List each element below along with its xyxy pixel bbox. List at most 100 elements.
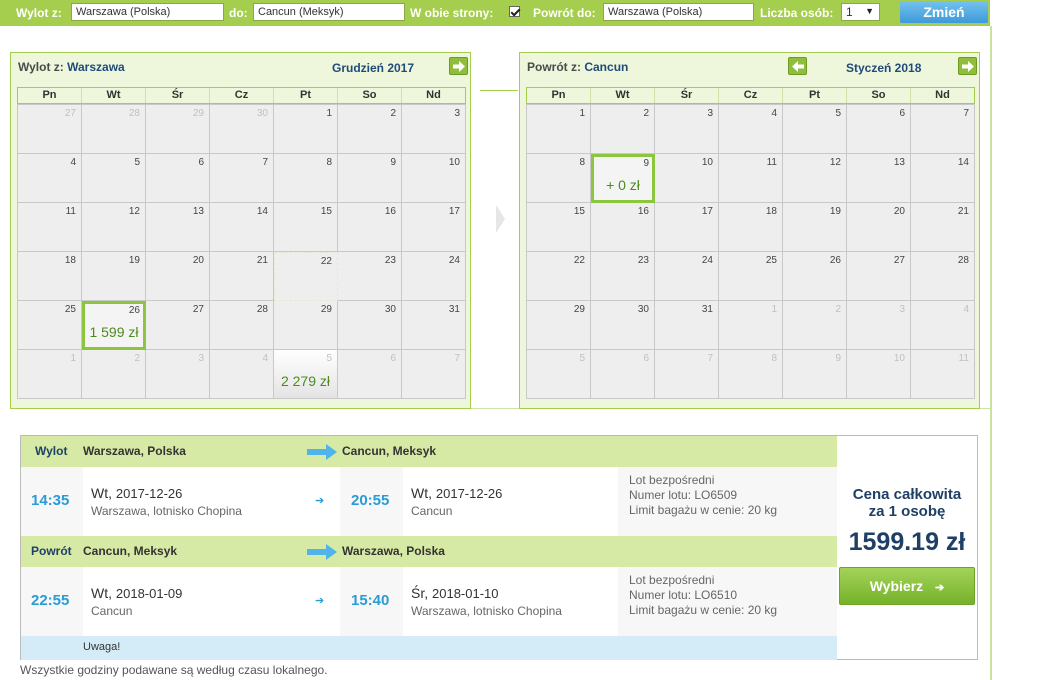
calendar-day[interactable]: 30 bbox=[591, 301, 655, 350]
prev-month-button[interactable] bbox=[788, 57, 807, 75]
calendar-day[interactable]: 28 bbox=[210, 301, 274, 350]
calendar-day-with-price[interactable]: 26 1 599 zł bbox=[82, 301, 146, 350]
calendar-day[interactable]: 3 bbox=[655, 105, 719, 154]
return-input[interactable]: Warszawa (Polska) bbox=[603, 3, 754, 21]
calendar-day[interactable]: 11 bbox=[911, 350, 975, 399]
calendar-day[interactable]: 5 bbox=[783, 105, 847, 154]
calendar-day[interactable]: 26 bbox=[783, 252, 847, 301]
calendar-day[interactable]: 20 bbox=[146, 252, 210, 301]
day-number: 4 bbox=[771, 108, 777, 119]
calendar-day[interactable]: 1 bbox=[18, 350, 82, 399]
calendar-day[interactable]: 1 bbox=[527, 105, 591, 154]
calendar-day[interactable]: 25 bbox=[18, 301, 82, 350]
departure-date-value: 2018-01-09 bbox=[115, 586, 183, 601]
calendar-day[interactable]: 24 bbox=[655, 252, 719, 301]
calendar-day[interactable]: 7 bbox=[210, 154, 274, 203]
calendar-day[interactable]: 29 bbox=[527, 301, 591, 350]
calendar-day[interactable]: 8 bbox=[274, 154, 338, 203]
calendar-day[interactable]: 29 bbox=[274, 301, 338, 350]
calendar-day[interactable]: 27 bbox=[18, 105, 82, 154]
calendar-day[interactable]: 13 bbox=[847, 154, 911, 203]
calendar-day[interactable]: 13 bbox=[146, 203, 210, 252]
calendar-day[interactable]: 8 bbox=[719, 350, 783, 399]
persons-select[interactable]: 1 ▼ bbox=[841, 3, 880, 21]
calendar-day[interactable]: 29 bbox=[146, 105, 210, 154]
calendar-day[interactable]: 27 bbox=[847, 252, 911, 301]
calendar-day[interactable]: 15 bbox=[527, 203, 591, 252]
calendar-day[interactable]: 15 bbox=[274, 203, 338, 252]
to-input[interactable]: Cancun (Meksyk) bbox=[253, 3, 405, 21]
calendar-day[interactable]: 31 bbox=[402, 301, 466, 350]
calendar-day[interactable]: 22 bbox=[274, 252, 338, 301]
calendar-day[interactable]: 19 bbox=[783, 203, 847, 252]
calendar-day[interactable]: 10 bbox=[655, 154, 719, 203]
return-details: 22:55 Wt, 2018-01-09 Cancun ➔ 15:40 Śr, … bbox=[21, 567, 837, 637]
calendar-day[interactable]: 7 bbox=[402, 350, 466, 399]
calendar-day[interactable]: 24 bbox=[402, 252, 466, 301]
calendar-day[interactable]: 21 bbox=[911, 203, 975, 252]
choose-button[interactable]: Wybierz ➔ bbox=[839, 567, 975, 605]
calendar-day[interactable]: 14 bbox=[911, 154, 975, 203]
change-button[interactable]: Zmień bbox=[900, 1, 988, 23]
calendar-day[interactable]: 18 bbox=[18, 252, 82, 301]
calendar-day[interactable]: 16 bbox=[591, 203, 655, 252]
calendar-day[interactable]: 9 bbox=[783, 350, 847, 399]
day-number: 2 bbox=[134, 353, 140, 364]
next-month-button[interactable] bbox=[449, 57, 468, 75]
calendar-day[interactable]: 21 bbox=[210, 252, 274, 301]
calendar-day[interactable]: 8 bbox=[527, 154, 591, 203]
roundtrip-checkbox[interactable] bbox=[509, 6, 520, 17]
calendar-day[interactable]: 1 bbox=[274, 105, 338, 154]
calendar-day[interactable]: 5 bbox=[82, 154, 146, 203]
calendar-day[interactable]: 18 bbox=[719, 203, 783, 252]
calendar-day[interactable]: 31 bbox=[655, 301, 719, 350]
calendar-day[interactable]: 12 bbox=[82, 203, 146, 252]
calendar-day[interactable]: 20 bbox=[847, 203, 911, 252]
calendar-day[interactable]: 14 bbox=[210, 203, 274, 252]
calendar-day[interactable]: 5 bbox=[527, 350, 591, 399]
calendar-day[interactable]: 4 bbox=[719, 105, 783, 154]
calendar-day[interactable]: 30 bbox=[210, 105, 274, 154]
calendar-day[interactable]: 4 bbox=[210, 350, 274, 399]
calendar-day[interactable]: 3 bbox=[847, 301, 911, 350]
calendar-day[interactable]: 27 bbox=[146, 301, 210, 350]
departure-date: Wt, 2018-01-09 bbox=[91, 585, 182, 601]
calendar-day[interactable]: 28 bbox=[82, 105, 146, 154]
calendar-day[interactable]: 7 bbox=[655, 350, 719, 399]
calendar-day[interactable]: 30 bbox=[338, 301, 402, 350]
calendar-day[interactable]: 17 bbox=[655, 203, 719, 252]
calendar-day[interactable]: 17 bbox=[402, 203, 466, 252]
calendar-label: Wylot z: bbox=[18, 60, 64, 74]
calendar-day[interactable]: 25 bbox=[719, 252, 783, 301]
calendar-day[interactable]: 6 bbox=[146, 154, 210, 203]
calendar-day[interactable]: 4 bbox=[18, 154, 82, 203]
calendar-day[interactable]: 9 bbox=[338, 154, 402, 203]
calendar-day[interactable]: 11 bbox=[18, 203, 82, 252]
calendar-day[interactable]: 2 bbox=[338, 105, 402, 154]
calendar-day[interactable]: 2 bbox=[591, 105, 655, 154]
calendar-day[interactable]: 6 bbox=[847, 105, 911, 154]
calendar-day[interactable]: 2 bbox=[783, 301, 847, 350]
calendar-day[interactable]: 7 bbox=[911, 105, 975, 154]
calendar-day[interactable]: 2 bbox=[82, 350, 146, 399]
calendar-day[interactable]: 10 bbox=[847, 350, 911, 399]
calendar-day[interactable]: 12 bbox=[783, 154, 847, 203]
calendar-day[interactable]: 3 bbox=[402, 105, 466, 154]
calendar-day-with-price[interactable]: 9 + 0 zł bbox=[591, 154, 655, 203]
calendar-day[interactable]: 11 bbox=[719, 154, 783, 203]
from-input[interactable]: Warszawa (Polska) bbox=[71, 3, 224, 21]
calendar-day[interactable]: 1 bbox=[719, 301, 783, 350]
calendar-day[interactable]: 16 bbox=[338, 203, 402, 252]
calendar-day[interactable]: 4 bbox=[911, 301, 975, 350]
calendar-day[interactable]: 28 bbox=[911, 252, 975, 301]
calendar-day[interactable]: 6 bbox=[338, 350, 402, 399]
calendar-day-with-price[interactable]: 5 2 279 zł bbox=[274, 350, 338, 399]
calendar-day[interactable]: 3 bbox=[146, 350, 210, 399]
calendar-day[interactable]: 22 bbox=[527, 252, 591, 301]
calendar-day[interactable]: 10 bbox=[402, 154, 466, 203]
calendar-day[interactable]: 19 bbox=[82, 252, 146, 301]
calendar-day[interactable]: 23 bbox=[338, 252, 402, 301]
calendar-day[interactable]: 6 bbox=[591, 350, 655, 399]
calendar-day[interactable]: 23 bbox=[591, 252, 655, 301]
next-month-button[interactable] bbox=[958, 57, 977, 75]
